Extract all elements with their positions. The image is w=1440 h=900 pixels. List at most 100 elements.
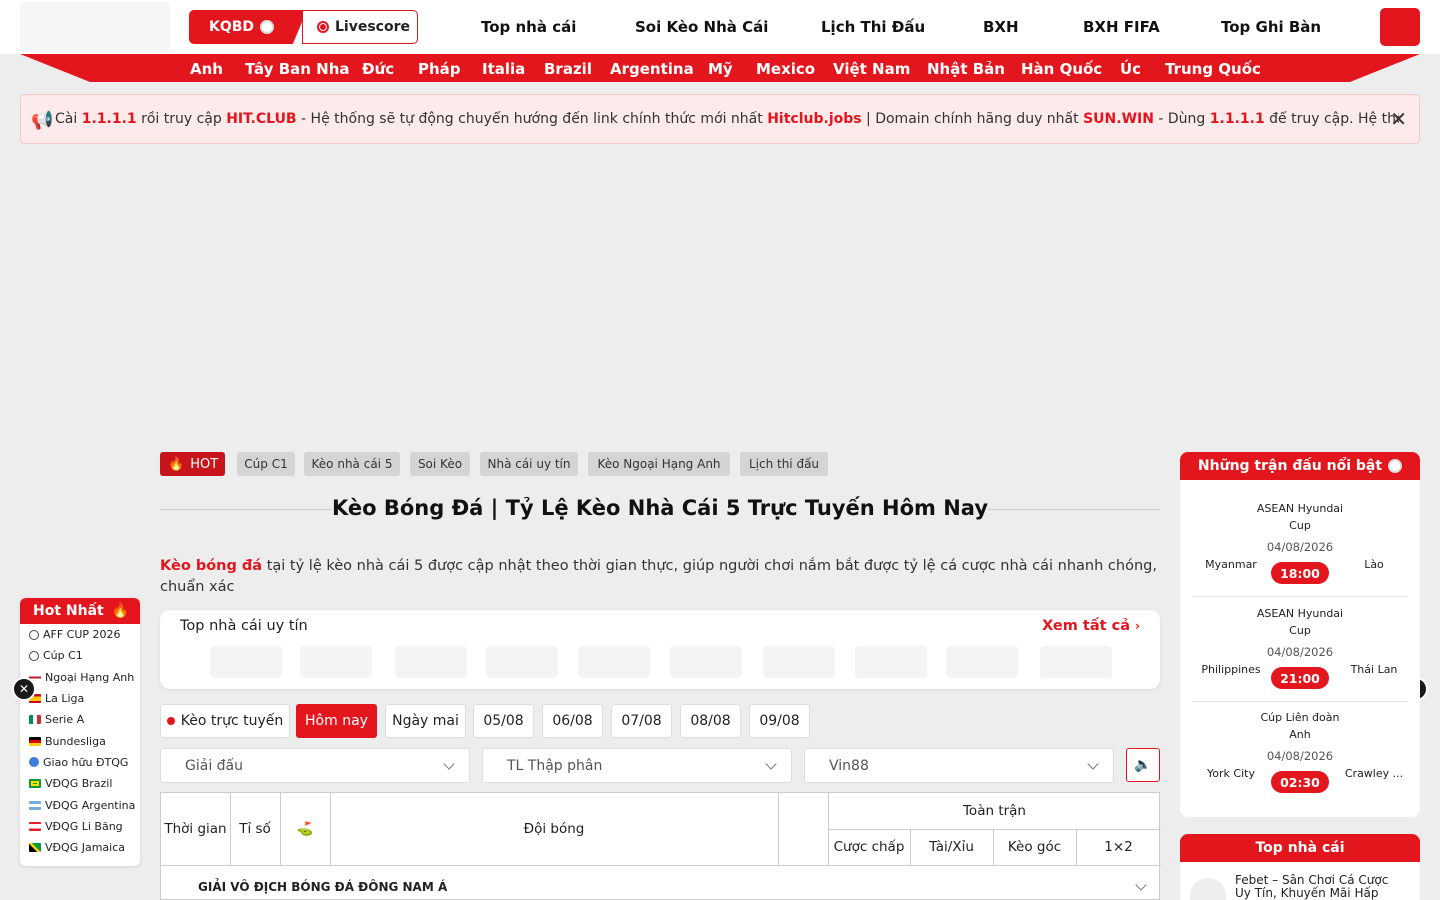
bookmaker-logo[interactable]: [486, 646, 558, 678]
hot-league-label: Bundesliga: [45, 734, 106, 748]
hot-league-item[interactable]: VĐQG Brazil: [20, 773, 140, 794]
nav-bxh-fifa[interactable]: BXH FIFA: [1083, 18, 1160, 36]
tab-date-0808[interactable]: 08/08: [680, 704, 741, 738]
megaphone-icon: 📢: [31, 110, 54, 131]
nav-bxh[interactable]: BXH: [983, 18, 1019, 36]
subnav-han-quoc[interactable]: Hàn Quốc: [1021, 60, 1102, 78]
hot-league-item[interactable]: VĐQG Jamaica: [20, 837, 140, 858]
hot-leagues-box: Hot Nhất 🔥 AFF CUP 2026 Cúp C1 Ngoại Hạng …: [20, 598, 140, 866]
league-select[interactable]: Giải đấu: [160, 748, 470, 783]
flag-jamaica-icon: [29, 843, 41, 853]
hot-league-item[interactable]: Giao hữu ĐTQG: [20, 752, 140, 773]
nav-top-nha-cai[interactable]: Top nhà cái: [481, 18, 576, 36]
hot-league-item[interactable]: VĐQG Argentina: [20, 794, 140, 815]
subnav-italia[interactable]: Italia: [482, 60, 525, 78]
hot-league-label: Serie A: [45, 713, 85, 727]
bookmaker-select[interactable]: Vin88: [804, 748, 1114, 783]
bookmaker-logo[interactable]: [855, 646, 927, 678]
hot-league-item[interactable]: Serie A: [20, 709, 140, 730]
hot-box-header: Hot Nhất 🔥: [20, 598, 140, 624]
tab-date-0908[interactable]: 09/08: [749, 704, 810, 738]
subnav-uc[interactable]: Úc: [1120, 60, 1141, 78]
intro-paragraph: Kèo bóng đá tại tỷ lệ kèo nhà cái 5 được…: [160, 556, 1160, 598]
subnav-trung-quoc[interactable]: Trung Quốc: [1165, 60, 1261, 78]
livescore-button[interactable]: Livescore: [302, 10, 418, 44]
tag-keo-nha-cai-5[interactable]: Kèo nhà cái 5: [304, 452, 400, 476]
bookmaker-logo[interactable]: [210, 646, 282, 678]
bookmaker-item-title[interactable]: Febet – Sân Chơi Cá Cược Uy Tín, Khuyến …: [1235, 874, 1405, 900]
notice-segment: - Dùng: [1153, 111, 1210, 127]
subnav-argentina[interactable]: Argentina: [610, 60, 694, 78]
match-league: Cúp Liên đoàn Anh: [1260, 711, 1340, 741]
th-score: Tỉ số: [239, 821, 271, 837]
hot-league-item[interactable]: VĐQG Li Băng: [20, 816, 140, 837]
sound-button[interactable]: 🔈: [1126, 748, 1160, 782]
odds-format-select[interactable]: TL Thập phân: [482, 748, 792, 783]
hot-league-label: Cúp C1: [43, 649, 83, 663]
close-icon[interactable]: ✕: [1390, 107, 1407, 131]
subnav-tay-ban-nha[interactable]: Tây Ban Nha: [245, 60, 350, 78]
notice-segment: rồi truy cập: [136, 111, 227, 127]
tab-date-0508[interactable]: 05/08: [473, 704, 534, 738]
see-all-link[interactable]: Xem tất cả ›: [1042, 618, 1140, 634]
subnav-phap[interactable]: Pháp: [418, 60, 461, 78]
nav-soi-keo[interactable]: Soi Kèo Nhà Cái: [635, 18, 768, 36]
featured-match[interactable]: Cúp Liên đoàn Anh 04/08/2026 02:30 York Cit…: [1192, 709, 1408, 813]
bookmaker-avatar[interactable]: [1190, 878, 1226, 900]
chevron-down-icon: [765, 758, 777, 770]
tag-nha-cai-uy-tin[interactable]: Nhà cái uy tín: [480, 452, 578, 476]
subnav-duc[interactable]: Đức: [362, 60, 394, 78]
odds-format-value: TL Thập phân: [507, 757, 603, 774]
bookmaker-logo[interactable]: [1040, 646, 1112, 678]
hot-league-item[interactable]: Bundesliga: [20, 730, 140, 751]
hot-league-item[interactable]: Ngoại Hạng Anh: [20, 667, 140, 688]
hot-league-label: VĐQG Li Băng: [45, 819, 123, 833]
soccer-ball-icon: [29, 629, 39, 640]
match-league: ASEAN Hyundai Cup: [1256, 502, 1344, 532]
tab-ngay-mai[interactable]: Ngày mai: [385, 704, 466, 738]
subnav-brazil[interactable]: Brazil: [544, 60, 592, 78]
th-handicap: Cược chấp: [833, 839, 905, 855]
tag-lich-thi-dau[interactable]: Lịch thi đấu: [740, 452, 828, 476]
featured-match[interactable]: ASEAN Hyundai Cup 04/08/2026 21:00 Philippi…: [1192, 605, 1408, 709]
subnav-my[interactable]: Mỹ: [708, 60, 733, 78]
tag-soi-keo[interactable]: Soi Kèo: [410, 452, 470, 476]
nav-top-ghi-ban[interactable]: Top Ghi Bàn: [1221, 18, 1321, 36]
tag-cup-c1[interactable]: Cúp C1: [237, 452, 295, 476]
league-select-value: Giải đấu: [185, 757, 243, 774]
bookmaker-logo[interactable]: [670, 646, 742, 678]
hot-league-item[interactable]: AFF CUP 2026: [20, 624, 140, 645]
tab-date-0608[interactable]: 06/08: [542, 704, 603, 738]
th-team: Đội bóng: [523, 821, 585, 837]
tab-hom-nay[interactable]: Hôm nay: [296, 704, 377, 738]
close-icon[interactable]: ✕: [12, 677, 36, 701]
intro-text: tại tỷ lệ kèo nhà cái 5 được cập nhật th…: [160, 558, 1157, 595]
bookmaker-logo[interactable]: [395, 646, 467, 678]
tab-date-0708[interactable]: 07/08: [611, 704, 672, 738]
bookmaker-logo[interactable]: [946, 646, 1018, 678]
tag-keo-ngoai-hang-anh[interactable]: Kèo Ngoại Hạng Anh: [588, 452, 730, 476]
hot-league-item[interactable]: Cúp C1: [20, 645, 140, 666]
intro-link[interactable]: Kèo bóng đá: [160, 558, 262, 574]
match-date: 04/08/2026: [1266, 749, 1334, 763]
hot-league-item[interactable]: La Liga: [20, 688, 140, 709]
col-divider: [778, 793, 779, 865]
bookmaker-logo[interactable]: [763, 646, 835, 678]
bookmaker-logo[interactable]: [578, 646, 650, 678]
notice-segment: - Hệ thống sẽ tự động chuyển hướng đến l…: [296, 111, 768, 127]
site-logo[interactable]: [20, 2, 170, 52]
bookmaker-logo[interactable]: [300, 646, 372, 678]
subnav-nhat-ban[interactable]: Nhật Bản: [927, 60, 1005, 78]
notice-banner: 📢 Cài 1.1.1.1 rồi truy cập HIT.CLUB - Hệ…: [20, 94, 1420, 144]
hot-box-title: Hot Nhất: [33, 603, 104, 619]
subnav-mexico[interactable]: Mexico: [756, 60, 815, 78]
subnav-anh[interactable]: Anh: [190, 60, 223, 78]
kqbd-button[interactable]: KQBD: [189, 10, 307, 44]
menu-button[interactable]: [1380, 8, 1420, 46]
league-row-title[interactable]: GIẢI VÔ ĐỊCH BÓNG ĐÁ ĐÔNG NAM Á: [198, 880, 447, 894]
tab-keo-truc-tuyen[interactable]: Kèo trực tuyến: [160, 704, 290, 738]
nav-lich-thi-dau[interactable]: Lịch Thi Đấu: [821, 18, 925, 36]
chevron-down-icon[interactable]: [1135, 879, 1147, 891]
featured-match[interactable]: ASEAN Hyundai Cup 04/08/2026 18:00 Myanmar L…: [1192, 500, 1408, 604]
subnav-viet-nam[interactable]: Việt Nam: [833, 60, 910, 78]
